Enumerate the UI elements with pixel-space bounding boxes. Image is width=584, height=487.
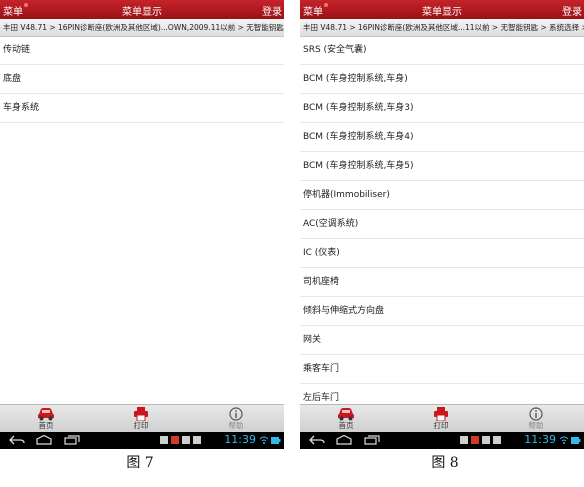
image-notification-icon	[482, 436, 490, 444]
home-button[interactable]: 首页	[306, 405, 386, 433]
help-label: 帮助	[228, 421, 244, 430]
list-item[interactable]: SRS (安全气囊)	[300, 36, 584, 65]
car-icon	[38, 408, 54, 421]
clock: 11:39	[524, 433, 556, 446]
list-item[interactable]: 车身系统	[0, 94, 284, 123]
list-item[interactable]: BCM (车身控制系统,车身4)	[300, 123, 584, 152]
app-notification-icon	[471, 436, 479, 444]
home-icon[interactable]	[336, 435, 352, 445]
wifi-battery-icon	[259, 436, 281, 444]
print-button[interactable]: 打印	[101, 405, 181, 433]
screen-figure-8: 菜单 菜单显示 登录 丰田 V48.71 > 16PIN诊断座(欧洲及其他区域.…	[300, 0, 584, 449]
recent-apps-icon[interactable]	[64, 435, 80, 445]
printer-icon	[434, 407, 448, 421]
image-notification-icon	[182, 436, 190, 444]
page-title: 菜单显示	[122, 7, 162, 18]
notification-icons	[460, 436, 504, 449]
recent-apps-icon[interactable]	[364, 435, 380, 445]
system-navigation-bar: 11:39	[300, 432, 584, 449]
list-item[interactable]: AC(空调系统)	[300, 210, 584, 239]
wifi-battery-icon	[559, 436, 581, 444]
app-notification-icon	[171, 436, 179, 444]
bottom-nav-bar: 首页 打印 帮助	[0, 404, 284, 433]
bottom-nav-bar: 首页 打印 帮助	[300, 404, 584, 433]
notification-icons	[160, 436, 204, 449]
breadcrumb: 丰田 V48.71 > 16PIN诊断座(欧洲及其他区域...11以前 > 无智…	[300, 19, 584, 37]
list-item[interactable]: 倾斜与伸缩式方向盘	[300, 297, 584, 326]
home-icon[interactable]	[36, 435, 52, 445]
screen-figure-7: 菜单 菜单显示 登录 丰田 V48.71 > 16PIN诊断座(欧洲及其他区域)…	[0, 0, 284, 449]
clock: 11:39	[224, 433, 256, 446]
list-item[interactable]: BCM (车身控制系统,车身3)	[300, 94, 584, 123]
list-item[interactable]: BCM (车身控制系统,车身)	[300, 65, 584, 94]
car-icon	[338, 408, 354, 421]
back-arrow-icon[interactable]	[309, 435, 325, 445]
help-label: 帮助	[528, 421, 544, 430]
figure-caption: 图 7	[126, 455, 154, 471]
print-label: 打印	[433, 421, 449, 430]
image-notification-icon	[493, 436, 501, 444]
print-label: 打印	[133, 421, 149, 430]
title-bar: 菜单 菜单显示 登录	[300, 0, 584, 19]
page-title: 菜单显示	[422, 7, 462, 18]
image-notification-icon	[160, 436, 168, 444]
info-icon	[229, 407, 243, 421]
figure-caption: 图 8	[431, 455, 459, 471]
print-button[interactable]: 打印	[401, 405, 481, 433]
list-item[interactable]: IC (仪表)	[300, 239, 584, 268]
login-button[interactable]: 登录	[562, 3, 582, 18]
list-item[interactable]: 底盘	[0, 65, 284, 94]
list-item[interactable]: 传动链	[0, 36, 284, 65]
title-bar: 菜单 菜单显示 登录	[0, 0, 284, 19]
help-button[interactable]: 帮助	[496, 405, 576, 433]
system-navigation-bar: 11:39	[0, 432, 284, 449]
home-label: 首页	[338, 421, 354, 430]
home-button[interactable]: 首页	[6, 405, 86, 433]
system-list: 传动链 底盘 车身系统	[0, 36, 284, 123]
image-notification-icon	[193, 436, 201, 444]
info-icon	[529, 407, 543, 421]
help-button[interactable]: 帮助	[196, 405, 276, 433]
body-system-list: SRS (安全气囊) BCM (车身控制系统,车身) BCM (车身控制系统,车…	[300, 36, 584, 413]
list-item[interactable]: 司机座椅	[300, 268, 584, 297]
image-notification-icon	[460, 436, 468, 444]
printer-icon	[134, 407, 148, 421]
login-button[interactable]: 登录	[262, 3, 282, 18]
list-item[interactable]: BCM (车身控制系统,车身5)	[300, 152, 584, 181]
list-item[interactable]: 乘客车门	[300, 355, 584, 384]
list-item[interactable]: 停机器(Immobiliser)	[300, 181, 584, 210]
list-item[interactable]: 网关	[300, 326, 584, 355]
back-arrow-icon[interactable]	[9, 435, 25, 445]
breadcrumb: 丰田 V48.71 > 16PIN诊断座(欧洲及其他区域)...OWN,2009…	[0, 19, 284, 37]
home-label: 首页	[38, 421, 54, 430]
